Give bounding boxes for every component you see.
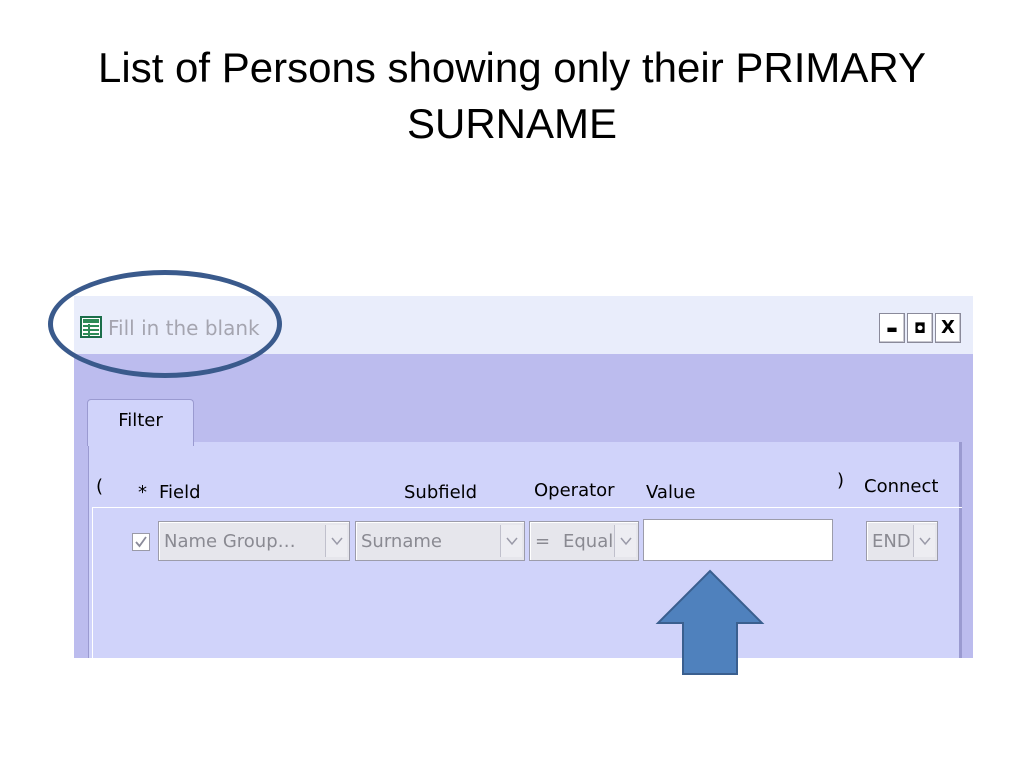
connect-select-value: END [872,531,911,552]
operator-select[interactable]: = Equals [529,521,639,561]
value-header: Value [646,482,696,503]
connect-header: Connect [864,476,939,497]
value-input[interactable] [643,519,833,561]
maximize-button[interactable]: ◘ [907,313,933,343]
subfield-select-value: Surname [361,531,442,552]
tab-filter[interactable]: Filter [87,399,194,446]
chevron-down-icon[interactable] [913,525,935,557]
operator-symbol: = [535,531,551,552]
open-paren-header: ( [96,476,104,497]
close-paren-header: ) [837,470,845,491]
maximize-icon: ◘ [914,321,926,337]
field-select-value: Name Group… [164,531,296,552]
minimize-icon: ▬ [886,322,898,336]
slide-title: List of Persons showing only their PRIMA… [98,44,926,147]
field-select[interactable]: Name Group… [158,521,350,561]
star-header: * [138,482,147,503]
title-highlight-ellipse [48,270,282,378]
operator-header: Operator [534,480,615,501]
subfield-header: Subfield [404,482,478,503]
connect-select[interactable]: END [866,521,938,561]
chevron-down-icon[interactable] [325,525,347,557]
close-button[interactable]: X [935,313,961,343]
chevron-down-icon[interactable] [500,525,522,557]
field-header: Field [159,482,201,503]
minimize-button[interactable]: ▬ [879,313,905,343]
check-icon [135,536,147,548]
close-icon: X [941,317,955,338]
up-arrow-icon [655,569,765,675]
subfield-select[interactable]: Surname [355,521,525,561]
chevron-down-icon[interactable] [614,525,636,557]
row-enabled-checkbox[interactable] [132,533,150,551]
